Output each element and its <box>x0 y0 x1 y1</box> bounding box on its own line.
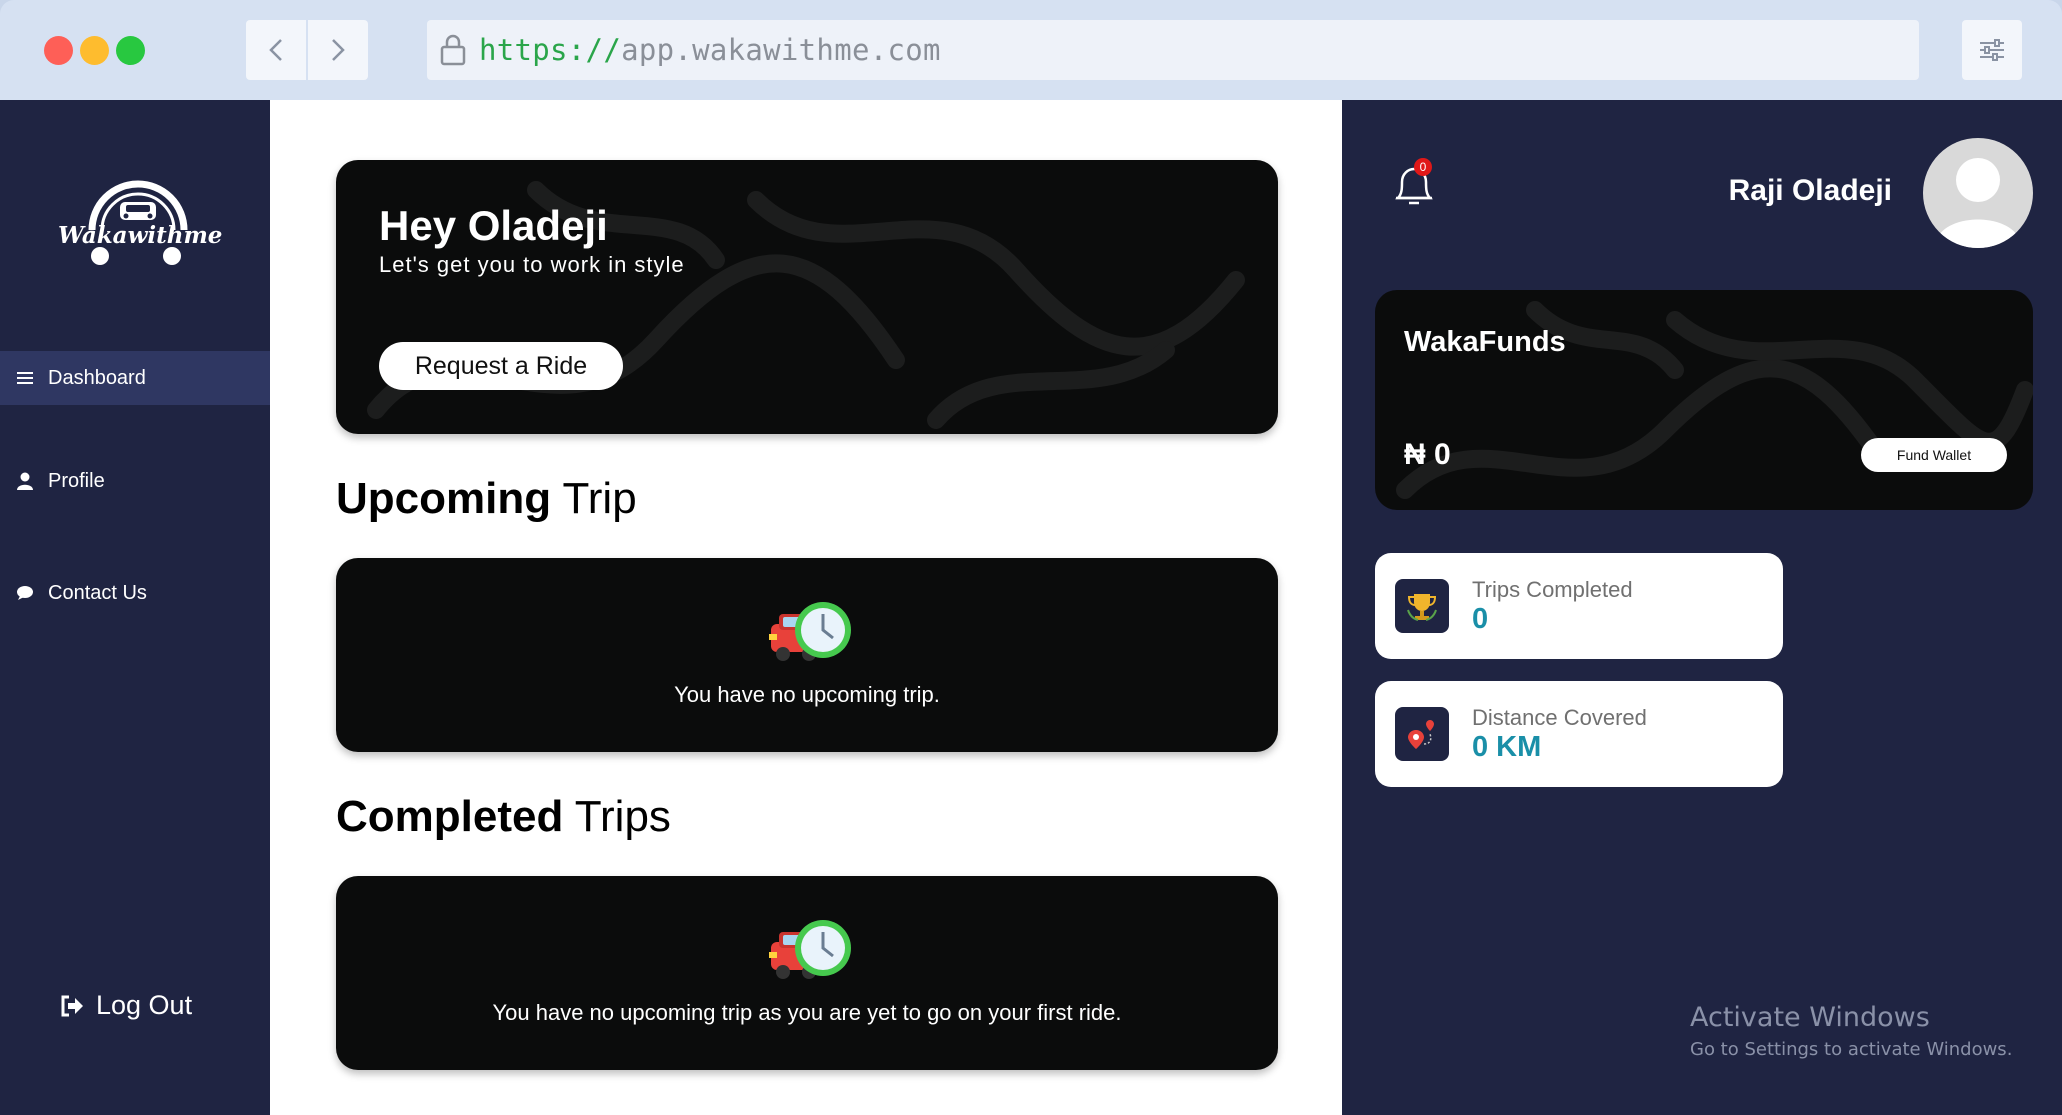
sidebar: Wakawithme Dashboard Profile Contact Us … <box>0 100 270 1115</box>
completed-trips-card: You have no upcoming trip as you are yet… <box>336 876 1278 1070</box>
sidebar-item-dashboard[interactable]: Dashboard <box>0 351 270 405</box>
minimize-window-button[interactable] <box>80 36 109 65</box>
watermark-title: Activate Windows <box>1690 1002 1930 1033</box>
browser-settings-button[interactable] <box>1962 20 2022 80</box>
distance-covered-card: Distance Covered 0 KM <box>1375 681 1783 787</box>
url-text: https://app.wakawithme.com <box>479 33 941 67</box>
fund-wallet-button[interactable]: Fund Wallet <box>1861 438 2007 472</box>
browser-chrome: https://app.wakawithme.com <box>0 0 2062 100</box>
upcoming-trip-card: You have no upcoming trip. <box>336 558 1278 752</box>
completed-title-bold: Completed <box>336 792 564 841</box>
sliders-icon <box>1980 39 2004 61</box>
trips-completed-card: Trips Completed 0 <box>1375 553 1783 659</box>
sidebar-item-profile[interactable]: Profile <box>0 454 270 508</box>
car-clock-icon <box>769 920 851 979</box>
watermark-subtitle: Go to Settings to activate Windows. <box>1690 1039 2013 1060</box>
sidebar-item-label: Contact Us <box>48 581 147 604</box>
chevron-right-icon <box>332 39 345 61</box>
completed-empty-message: You have no upcoming trip as you are yet… <box>492 1000 1122 1025</box>
url-protocol: https:// <box>479 33 622 67</box>
wakafunds-card: WakaFunds ₦ 0 Fund Wallet <box>1375 290 2033 510</box>
wakawithme-logo[interactable]: Wakawithme <box>58 178 223 278</box>
stat-value: 0 KM <box>1472 731 1542 763</box>
sign-out-icon <box>60 995 84 1017</box>
avatar[interactable] <box>1923 138 2033 248</box>
address-bar[interactable]: https://app.wakawithme.com <box>427 20 1919 80</box>
menu-icon <box>16 371 34 385</box>
completed-trips-heading: Completed Trips <box>336 792 671 842</box>
upcoming-title-bold: Upcoming <box>336 474 552 523</box>
url-host: app.wakawithme.com <box>621 33 941 67</box>
logout-button[interactable]: Log Out <box>60 990 192 1021</box>
logout-label: Log Out <box>96 990 193 1020</box>
back-button[interactable] <box>246 20 306 80</box>
forward-button[interactable] <box>308 20 368 80</box>
chat-bubble-icon <box>16 586 34 600</box>
upcoming-title-rest: Trip <box>551 474 637 523</box>
default-avatar-icon <box>1935 158 2021 248</box>
close-window-button[interactable] <box>44 36 73 65</box>
greeting-title: Hey Oladeji <box>379 202 608 249</box>
greeting-subtitle: Let's get you to work in style <box>379 252 685 277</box>
sidebar-item-label: Dashboard <box>48 366 146 389</box>
request-ride-button[interactable]: Request a Ride <box>379 342 623 390</box>
route-pin-icon <box>1395 707 1449 761</box>
activate-windows-watermark: Activate Windows Go to Settings to activ… <box>1690 1002 2012 1060</box>
upcoming-empty-message: You have no upcoming trip. <box>674 682 940 707</box>
stat-label: Distance Covered <box>1472 705 1647 730</box>
stat-value: 0 <box>1472 603 1489 635</box>
greeting-card: Hey Oladeji Let's get you to work in sty… <box>336 160 1278 434</box>
chevron-left-icon <box>269 39 282 61</box>
stat-label: Trips Completed <box>1472 577 1633 602</box>
upcoming-trip-heading: Upcoming Trip <box>336 474 637 524</box>
user-icon <box>16 472 34 490</box>
wallet-title: WakaFunds <box>1404 326 1566 358</box>
main-content: Hey Oladeji Let's get you to work in sty… <box>270 100 1342 1115</box>
car-clock-icon <box>769 602 851 661</box>
lock-icon <box>440 34 466 66</box>
right-panel: 0 Raji Oladeji WakaFunds ₦ 0 Fund Wallet <box>1342 100 2062 1115</box>
trophy-icon <box>1395 579 1449 633</box>
sidebar-item-label: Profile <box>48 469 105 492</box>
sidebar-item-contact-us[interactable]: Contact Us <box>0 566 270 620</box>
completed-title-rest: Trips <box>563 792 671 841</box>
notification-badge: 0 <box>1414 158 1432 176</box>
swirl-pattern <box>1396 301 2033 499</box>
maximize-window-button[interactable] <box>116 36 145 65</box>
user-name: Raji Oladeji <box>1728 174 1892 207</box>
logo-text: Wakawithme <box>58 222 223 249</box>
wallet-balance: ₦ 0 <box>1404 438 1451 471</box>
